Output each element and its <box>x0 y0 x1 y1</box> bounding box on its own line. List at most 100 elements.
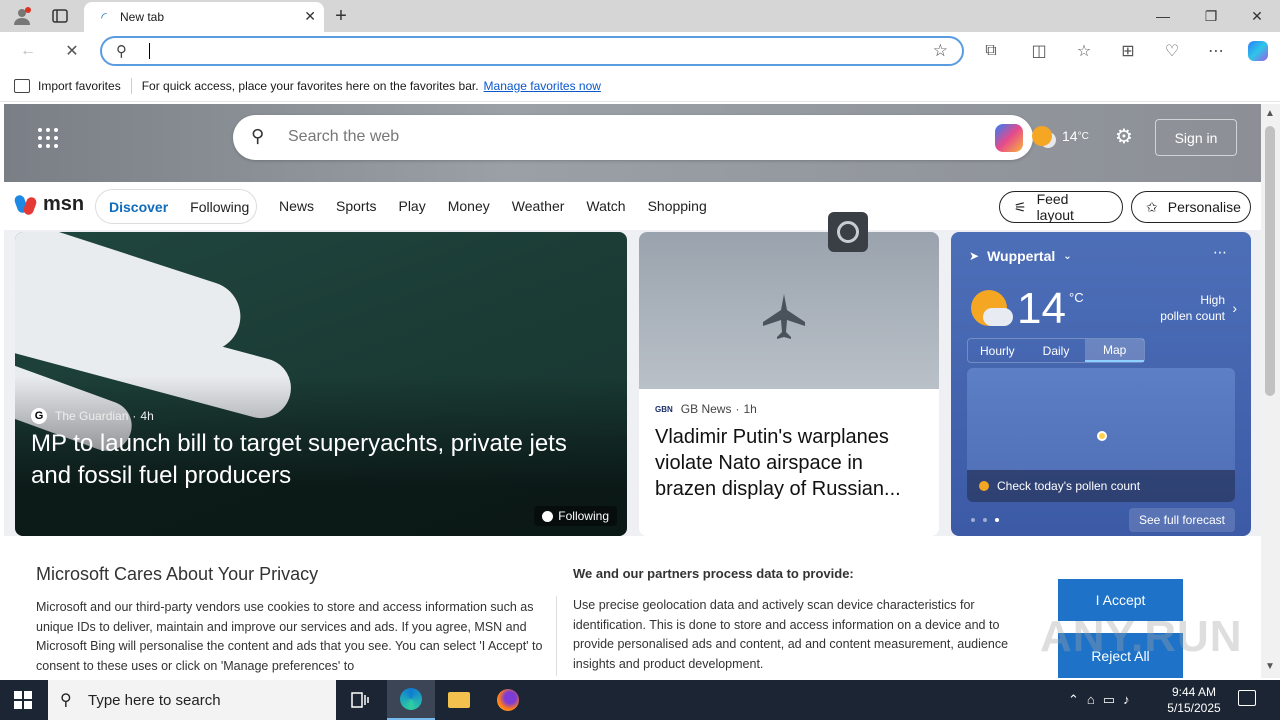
extensions-icon[interactable]: ⧉ <box>977 37 1005 65</box>
nav-money[interactable]: Money <box>448 198 490 214</box>
personalise-button[interactable]: ✩ Personalise <box>1131 191 1251 223</box>
start-button[interactable] <box>14 691 32 709</box>
tab-daily[interactable]: Daily <box>1027 339 1086 362</box>
notification-icon[interactable] <box>1238 690 1256 706</box>
nav-sports[interactable]: Sports <box>336 198 376 214</box>
favorites-bar: Import favorites For quick access, place… <box>0 70 1280 102</box>
taskbar-search[interactable]: ⚲ Type here to search <box>48 680 336 720</box>
file-explorer-icon[interactable] <box>435 680 483 720</box>
source-name: The Guardian <box>55 409 129 423</box>
profile-icon[interactable] <box>8 0 36 32</box>
tab-discover[interactable]: Discover <box>109 199 168 215</box>
location-selector[interactable]: ➤ Wuppertal ⌄ <box>969 248 1072 264</box>
browser-essentials-icon[interactable]: ♡ <box>1158 37 1186 65</box>
favorites-icon[interactable]: ☆ <box>1070 37 1098 65</box>
close-tab-icon[interactable]: ✕ <box>304 8 316 25</box>
more-options-icon[interactable]: ⋯ <box>1213 244 1227 261</box>
weather-tabs: Hourly Daily Map <box>967 338 1145 363</box>
nav-news[interactable]: News <box>279 198 314 214</box>
import-favorites-button[interactable]: Import favorites <box>14 78 121 93</box>
scroll-up-arrow-icon[interactable]: ▲ <box>1265 108 1275 119</box>
msn-logo-text: msn <box>43 193 85 215</box>
split-screen-icon[interactable]: ◫ <box>1025 37 1053 65</box>
network-icon[interactable]: ▭ <box>1103 692 1115 708</box>
firefox-icon[interactable] <box>484 680 532 720</box>
search-icon: ⚲ <box>251 126 265 146</box>
personalise-label: Personalise <box>1167 199 1241 215</box>
weather-card[interactable]: ➤ Wuppertal ⌄ ⋯ 14 °C High pollen count … <box>951 232 1251 536</box>
back-button[interactable]: ← <box>14 37 42 65</box>
web-search-box[interactable]: ⚲ Search the web <box>233 115 1033 160</box>
minimize-button[interactable]: — <box>1148 0 1178 32</box>
following-label: Following <box>558 509 609 523</box>
privacy-divider <box>556 596 557 676</box>
nav-shopping[interactable]: Shopping <box>648 198 707 214</box>
msn-page: ⚲ Search the web 14 °C ⚙ Sign in msn Dis… <box>4 104 1261 678</box>
tab-title: New tab <box>120 10 165 24</box>
msn-logo[interactable]: msn <box>13 193 85 216</box>
import-icon <box>14 78 30 93</box>
news-card[interactable]: GBN GB News · 1h Vladimir Putin's warpla… <box>639 232 939 536</box>
page-scrollbar[interactable]: ▲ ▼ <box>1261 104 1280 678</box>
system-tray: ⌃ ⌂ ▭ ♪ <box>1068 692 1138 708</box>
following-badge[interactable]: Following <box>534 506 617 526</box>
task-view-icon[interactable] <box>336 680 384 720</box>
jet-image <box>639 232 939 389</box>
settings-gear-icon[interactable]: ⚙ <box>1115 124 1133 149</box>
tab-following[interactable]: Following <box>190 199 249 215</box>
chevron-right-icon[interactable]: › <box>1232 300 1237 316</box>
loading-icon: ◜ <box>101 8 107 25</box>
sign-in-button[interactable]: Sign in <box>1155 119 1237 156</box>
steam-icon[interactable] <box>828 212 868 252</box>
location-marker <box>1097 431 1107 441</box>
tab-actions-icon[interactable] <box>46 0 74 32</box>
tab-new-tab[interactable]: ◜ New tab ✕ <box>84 2 324 32</box>
top-story-headline[interactable]: MP to launch bill to target superyachts,… <box>31 428 611 492</box>
nav-watch[interactable]: Watch <box>586 198 625 214</box>
sparkle-icon: ✩ <box>1146 198 1158 215</box>
feed-layout-button[interactable]: ⚟ Feed layout <box>999 191 1123 223</box>
weather-map[interactable]: Check today's pollen count <box>967 368 1235 502</box>
more-menu-icon[interactable]: ⋯ <box>1202 37 1230 65</box>
favorite-star-icon[interactable]: ☆ <box>933 41 948 61</box>
news-source: GBN GB News · 1h <box>655 402 757 416</box>
stop-loading-button[interactable]: ✕ <box>58 37 86 65</box>
pollen-indicator[interactable]: High pollen count <box>1160 292 1225 324</box>
tab-map[interactable]: Map <box>1085 339 1145 362</box>
new-tab-button[interactable]: + <box>330 0 352 32</box>
carousel-dots <box>971 518 1007 522</box>
taskbar-clock[interactable]: 9:44 AM 5/15/2025 <box>1166 684 1222 716</box>
feed-toggle: Discover Following <box>95 189 257 224</box>
address-bar[interactable]: ⚲ ☆ <box>100 36 964 66</box>
nav-play[interactable]: Play <box>398 198 425 214</box>
pollen-check-bar[interactable]: Check today's pollen count <box>967 470 1235 502</box>
volume-icon[interactable]: ♪ <box>1123 692 1130 708</box>
close-window-button[interactable]: ✕ <box>1242 0 1272 32</box>
text-caret <box>149 43 150 59</box>
guardian-logo-icon: G <box>31 408 47 424</box>
nav-weather[interactable]: Weather <box>512 198 565 214</box>
apps-launcher-icon[interactable] <box>38 128 58 148</box>
chevron-down-icon: ⌄ <box>1063 250 1072 262</box>
weather-temp: 14 <box>1017 284 1066 333</box>
full-forecast-button[interactable]: See full forecast <box>1128 508 1235 532</box>
restore-button[interactable]: ❐ <box>1196 0 1226 32</box>
tray-device-icon[interactable]: ⌂ <box>1087 692 1095 708</box>
tab-hourly[interactable]: Hourly <box>968 339 1027 362</box>
scroll-down-arrow-icon[interactable]: ▼ <box>1265 661 1275 672</box>
tray-chevron-icon[interactable]: ⌃ <box>1068 692 1079 708</box>
copilot-search-icon[interactable] <box>995 124 1023 152</box>
top-story-card[interactable]: G The Guardian · 4h MP to launch bill to… <box>15 232 627 536</box>
pollen-line1: High <box>1200 293 1225 307</box>
scroll-thumb[interactable] <box>1265 126 1275 396</box>
manage-favorites-link[interactable]: Manage favorites now <box>484 79 601 93</box>
weather-icon <box>1032 126 1052 146</box>
weather-unit: °C <box>1069 290 1084 305</box>
edge-taskbar-icon[interactable] <box>387 680 435 720</box>
news-headline[interactable]: Vladimir Putin's warplanes violate Nato … <box>655 424 925 502</box>
header-weather[interactable]: 14 °C <box>1032 126 1089 146</box>
watermark-logo: ANY.RUN <box>1040 612 1243 661</box>
location-arrow-icon: ➤ <box>969 249 980 263</box>
collections-icon[interactable]: ⊞ <box>1114 37 1142 65</box>
copilot-icon[interactable] <box>1244 37 1272 65</box>
